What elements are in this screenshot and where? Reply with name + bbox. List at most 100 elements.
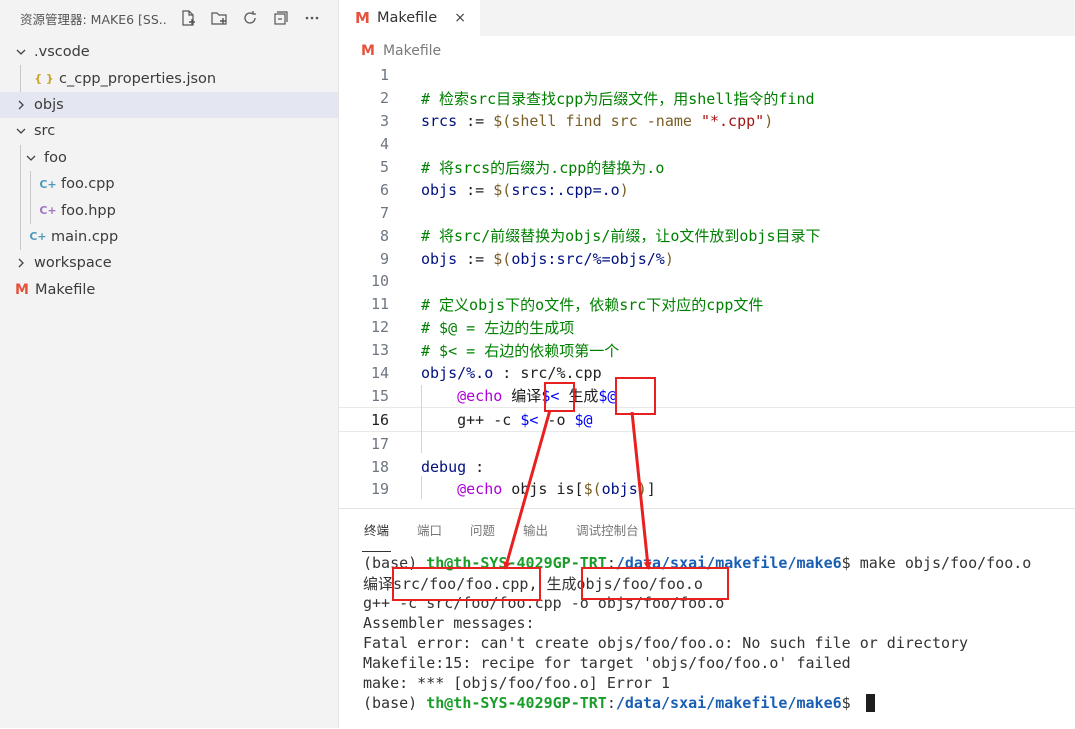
indent-guide <box>30 170 31 198</box>
annotation-box-src-path <box>392 567 541 601</box>
tree-item[interactable]: C+ main.cpp <box>0 223 338 251</box>
tree-item[interactable]: .vscode <box>0 39 338 65</box>
code-token: # 将srcs的后缀为.cpp的替换为.o <box>421 158 665 177</box>
indent-guide <box>20 65 21 92</box>
line-number: 4 <box>379 135 389 154</box>
code-token: ] <box>646 480 656 499</box>
code-line: 17 <box>339 432 1075 455</box>
tree-item[interactable]: { } c_cpp_properties.json <box>0 65 338 92</box>
code-token: debug <box>421 457 467 476</box>
code-token: @echo <box>457 480 503 499</box>
collapse-all-icon[interactable] <box>270 7 292 29</box>
line-number: 2 <box>379 89 389 108</box>
line-number: 16 <box>370 410 389 429</box>
terminal-text: Makefile:15: recipe for target 'objs/foo… <box>363 654 851 672</box>
explorer-sidebar: 资源管理器: MAKE6 [SS... .vscode { } c_cpp_prop… <box>0 0 339 728</box>
breadcrumb[interactable]: M Makefile <box>339 36 1075 66</box>
line-number: 5 <box>379 158 389 176</box>
tree-item[interactable]: C+ foo.cpp <box>0 170 338 198</box>
panel-tab[interactable]: 端口 <box>417 520 442 539</box>
code-token: ) <box>664 249 674 268</box>
terminal-cursor <box>865 694 875 712</box>
code-text: @echo objs is[$(objs)] <box>421 480 656 498</box>
code-token: $( <box>493 180 512 199</box>
editor-area: M Makefile × M Makefile 1 2 # 检索src目录查找cpp… <box>339 0 1075 508</box>
code-line: 13 # $< = 右边的依赖项第一个 <box>339 339 1075 362</box>
code-token: g++ -c <box>421 410 521 429</box>
indent-guide <box>421 384 422 454</box>
code-line: 12 # $@ = 左边的生成项 <box>339 316 1075 339</box>
tree-item-label: src <box>34 123 56 140</box>
tree-item[interactable]: C+ foo.hpp <box>0 197 338 224</box>
makefile-icon: M <box>355 9 370 27</box>
json-icon: { } <box>34 72 54 86</box>
code-token: ) <box>619 180 629 199</box>
code-token: objs/%.o <box>421 364 494 383</box>
code-token: find src -name <box>556 112 701 131</box>
code-line: 7 <box>339 201 1075 224</box>
indent-guide <box>30 197 31 224</box>
tree-item-label: workspace <box>34 255 112 272</box>
code-text: # 将src/前缀替换为objs/前缀，让o文件放到objs目录下 <box>421 225 821 246</box>
code-text: # $< = 右边的依赖项第一个 <box>421 340 619 361</box>
terminal-path: /data/sxai/makefile/make6 <box>615 694 842 712</box>
tree-item[interactable]: src <box>0 118 338 144</box>
code-token: # 检索src目录查找cpp为后缀文件，用shell指令的find <box>421 89 815 108</box>
line-number: 8 <box>379 226 389 245</box>
line-number: 17 <box>370 434 389 453</box>
panel-tab[interactable]: 问题 <box>470 520 495 539</box>
terminal-text: Assembler messages: <box>363 614 535 632</box>
code-line: 5 # 将srcs的后缀为.cpp的替换为.o <box>339 156 1075 179</box>
code-text: debug : <box>421 458 484 476</box>
new-file-icon[interactable] <box>177 7 199 29</box>
terminal-line: Assembler messages: <box>363 613 1031 633</box>
terminal-user: th@th-SYS-4029GP-TRT <box>426 694 607 712</box>
close-icon[interactable]: × <box>454 10 466 26</box>
terminal-rest: $ <box>841 694 860 712</box>
more-icon[interactable] <box>301 7 323 29</box>
tab-makefile[interactable]: M Makefile × <box>339 0 480 36</box>
tree-item-label: foo <box>44 149 67 166</box>
code-view[interactable]: 1 2 # 检索src目录查找cpp为后缀文件，用shell指令的find 3 srcs… <box>339 64 1075 501</box>
bottom-panel: 终端 端口 问题 输出 调试控制台 (base) th@th-SYS-4029GP-TR… <box>339 508 1075 729</box>
indent-guide <box>20 170 21 198</box>
panel-tab[interactable]: 调试控制台 <box>576 520 639 539</box>
code-token: ) <box>764 112 774 131</box>
code-line: 1 <box>339 64 1075 87</box>
panel-tab[interactable]: 输出 <box>523 520 548 539</box>
tree-item-label: main.cpp <box>51 228 119 245</box>
code-token: $@ <box>574 410 593 429</box>
line-number: 15 <box>370 386 389 405</box>
code-line: 10 <box>339 270 1075 293</box>
tree-item[interactable]: M Makefile <box>0 277 338 303</box>
code-line: 16 g++ -c $< -o $@ <box>339 407 1075 433</box>
tree-item[interactable]: workspace <box>0 250 338 276</box>
terminal-line: Makefile:15: recipe for target 'objs/foo… <box>363 653 1031 673</box>
code-text: objs := $(objs:src/%=objs/%) <box>421 250 674 268</box>
refresh-icon[interactable] <box>239 7 261 29</box>
code-line: 14 objs/%.o : src/%.cpp <box>339 362 1075 385</box>
new-folder-icon[interactable] <box>208 7 230 29</box>
panel-tab[interactable]: 终端 <box>361 520 392 552</box>
code-token: # $@ = 左边的生成项 <box>421 318 575 337</box>
terminal-prefix: (base) <box>363 694 427 712</box>
code-token: $( <box>583 480 602 499</box>
code-token: srcs <box>421 112 458 131</box>
code-token: objs:src/%=objs/% <box>511 249 665 268</box>
tree-item[interactable]: objs <box>0 91 338 119</box>
tree-item-label: objs <box>34 96 64 113</box>
tree-item-label: Makefile <box>35 281 96 298</box>
code-token: "*.cpp" <box>700 112 765 131</box>
tree-item-label: foo.cpp <box>61 176 115 193</box>
code-text: # 检索src目录查找cpp为后缀文件，用shell指令的find <box>421 88 815 109</box>
code-token: ) <box>637 480 647 499</box>
code-text: @echo 编译$< 生成$@ <box>421 385 616 406</box>
tree-item[interactable]: foo <box>0 144 338 171</box>
code-token: : src/%.cpp <box>493 364 602 383</box>
code-token: $( <box>493 249 512 268</box>
cpp-file-icon: C+ <box>39 177 57 191</box>
line-number: 13 <box>370 341 389 360</box>
code-token: $@ <box>598 387 617 406</box>
line-number: 1 <box>379 66 389 85</box>
